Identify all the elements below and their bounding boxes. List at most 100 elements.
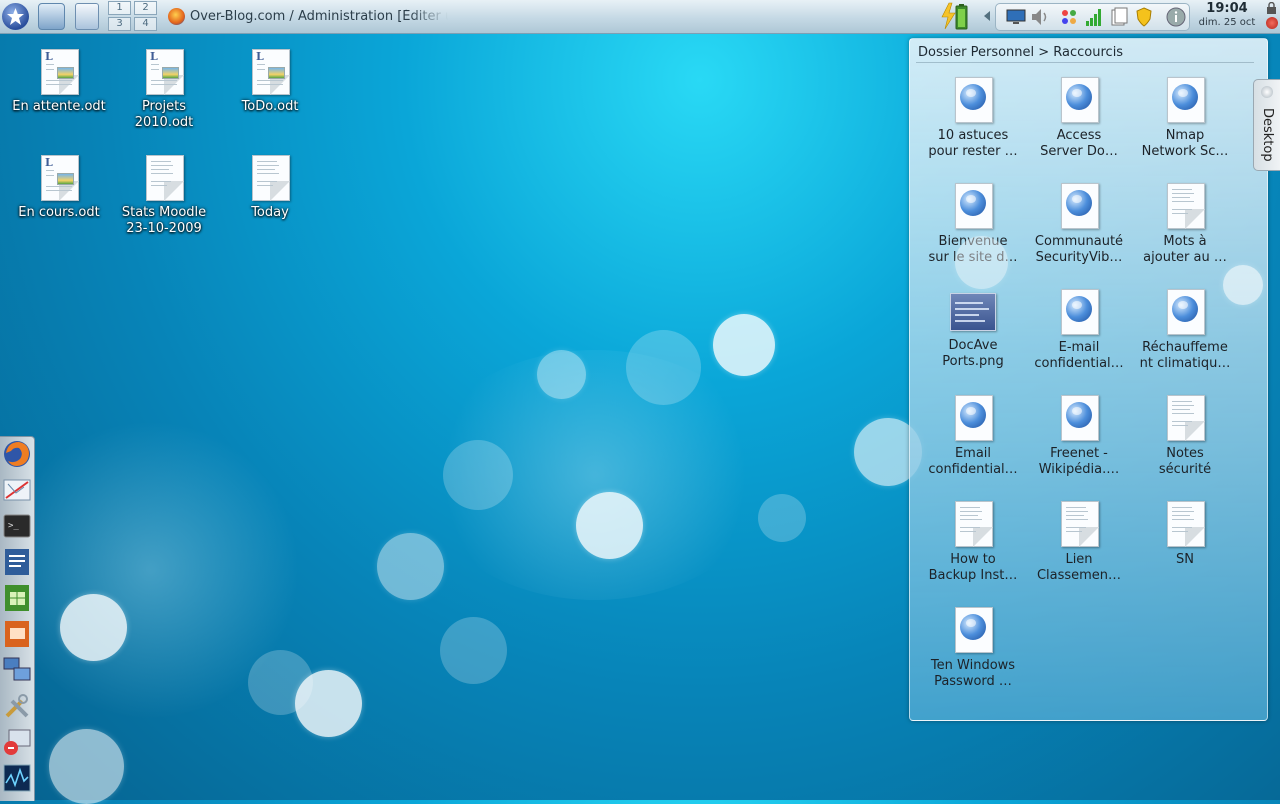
clipboard-icon[interactable] [1109, 7, 1129, 27]
firefox-icon[interactable] [2, 439, 32, 469]
system-tray [995, 3, 1190, 31]
folder-item-label: Lien Classemen… [1036, 552, 1122, 583]
folder-item[interactable]: Freenet - Wikipédia.… [1029, 395, 1129, 478]
desktop-file-today[interactable]: Today [220, 155, 320, 221]
info-icon[interactable] [1166, 7, 1186, 27]
logout-icon[interactable] [1266, 17, 1278, 29]
folder-item-label: Freenet - Wikipédia.… [1038, 446, 1120, 477]
folder-item[interactable]: 10 astuces pour rester … [923, 77, 1023, 160]
toolbox-handle-icon [1261, 86, 1273, 98]
activity-monitor-icon[interactable] [2, 763, 32, 793]
system-monitor-icon[interactable] [2, 727, 32, 757]
folder-item[interactable]: Nmap Network Sc… [1135, 77, 1235, 160]
folder-item[interactable]: Access Server Do… [1029, 77, 1129, 160]
web-shortcut-icon [955, 607, 993, 653]
pager-desktop-1[interactable]: 1 [108, 1, 131, 15]
writer-icon[interactable] [2, 547, 32, 577]
desktop-file-en-cours[interactable]: L En cours.odt [9, 155, 109, 221]
desktop-file-label: En attente.odt [12, 99, 106, 114]
bokeh-circle [1223, 265, 1263, 305]
bokeh-circle [49, 729, 124, 804]
desktop-file-stats-moodle[interactable]: Stats Moodle 23-10-2009 [114, 155, 214, 237]
web-shortcut-icon [1167, 77, 1205, 123]
desktop-file-en-attente[interactable]: L En attente.odt [9, 49, 109, 115]
folder-item[interactable]: E-mail confidential… [1029, 289, 1129, 372]
pager-desktop-2[interactable]: 2 [134, 1, 157, 15]
web-shortcut-icon [1061, 289, 1099, 335]
folder-item[interactable]: Mots à ajouter au … [1135, 183, 1235, 266]
image-thumbnail-icon [950, 293, 996, 331]
battery-icon[interactable] [939, 2, 969, 30]
odt-document-icon: L [146, 49, 184, 95]
bokeh-circle [537, 350, 586, 399]
folder-item[interactable]: Notes sécurité [1135, 395, 1235, 478]
bokeh-circle [248, 650, 313, 715]
odt-document-icon: L [41, 49, 79, 95]
desktop-file-label: Stats Moodle 23-10-2009 [121, 205, 207, 236]
folder-item-label: Access Server Do… [1040, 128, 1118, 159]
folder-item-label: Mots à ajouter au … [1143, 234, 1227, 265]
bokeh-circle [955, 236, 1008, 289]
desktop-pager[interactable]: 1 2 3 4 [108, 1, 158, 32]
taskbar-item-firefox[interactable]: Over-Blog.com / Administration [Éditer u… [168, 4, 448, 29]
taskbar-item-label: Over-Blog.com / Administration [Éditer u… [190, 9, 448, 24]
bokeh-circle [440, 617, 507, 684]
folder-item-label: SN [1176, 552, 1194, 567]
folder-item-label: 10 astuces pour rester … [928, 128, 1018, 159]
text-document-icon [1061, 501, 1099, 547]
desktop-file-todo[interactable]: L ToDo.odt [220, 49, 320, 115]
remote-desktop-icon[interactable] [2, 655, 32, 685]
folder-item[interactable]: Email confidential… [923, 395, 1023, 478]
desktop-file-label: ToDo.odt [241, 99, 299, 114]
bokeh-circle [758, 494, 806, 542]
web-shortcut-icon [1167, 289, 1205, 335]
folder-item-label: Nmap Network Sc… [1141, 128, 1229, 159]
tools-icon[interactable] [2, 691, 32, 721]
display-icon[interactable] [1006, 7, 1026, 27]
web-shortcut-icon [1061, 77, 1099, 123]
folder-item[interactable]: How to Backup Inst… [923, 501, 1023, 584]
network-signal-icon[interactable] [1084, 7, 1104, 27]
odt-document-icon: L [41, 155, 79, 201]
clock-time[interactable]: 19:04 [1196, 1, 1258, 16]
terminal-icon[interactable]: >_ [2, 511, 32, 541]
folder-item[interactable]: Ten Windows Password … [923, 607, 1023, 690]
security-shield-icon[interactable] [1134, 7, 1154, 27]
volume-icon[interactable] [1030, 7, 1050, 27]
left-dock: >_ [0, 436, 35, 801]
web-shortcut-icon [955, 395, 993, 441]
impress-icon[interactable] [2, 619, 32, 649]
application-launcher-icon[interactable] [2, 3, 29, 30]
text-document-icon [1167, 395, 1205, 441]
web-shortcut-icon [1061, 183, 1099, 229]
text-editor-icon[interactable] [75, 3, 99, 30]
bokeh-circle [443, 440, 513, 510]
desktop-file-label: Projets 2010.odt [134, 99, 194, 130]
network-map-icon[interactable] [2, 475, 32, 505]
tray-expand-arrow-icon[interactable] [984, 11, 990, 21]
desktop-file-projets-2010[interactable]: L Projets 2010.odt [114, 49, 214, 131]
folder-item-label: DocAve Ports.png [942, 338, 1004, 369]
folder-item[interactable]: Réchauffeme nt climatiqu… [1135, 289, 1235, 372]
calc-icon[interactable] [2, 583, 32, 613]
file-manager-icon[interactable] [38, 3, 65, 30]
folder-item[interactable]: Communauté SecurityVib… [1029, 183, 1129, 266]
color-dots-icon[interactable] [1059, 7, 1079, 27]
web-shortcut-icon [955, 183, 993, 229]
clock-date[interactable]: dim. 25 oct [1196, 17, 1258, 28]
bokeh-circle [377, 533, 444, 600]
folder-view-title[interactable]: Dossier Personnel > Raccourcis [918, 45, 1123, 60]
lock-screen-icon[interactable] [1266, 2, 1277, 14]
pager-desktop-3[interactable]: 3 [108, 17, 131, 31]
folder-view-widget[interactable]: Dossier Personnel > Raccourcis 10 astuce… [909, 38, 1268, 721]
web-shortcut-icon [1061, 395, 1099, 441]
desktop-toolbox-tab[interactable]: Desktop [1253, 79, 1280, 171]
folder-item[interactable]: Lien Classemen… [1029, 501, 1129, 584]
folder-item[interactable]: SN [1135, 501, 1235, 568]
top-panel: 1 2 3 4 Over-Blog.com / Administration [… [0, 0, 1280, 34]
folder-item-label: Ten Windows Password … [930, 658, 1016, 689]
desktop-file-label: En cours.odt [18, 205, 100, 220]
folder-item-label: Communauté SecurityVib… [1034, 234, 1124, 265]
folder-item[interactable]: DocAve Ports.png [923, 289, 1023, 370]
pager-desktop-4[interactable]: 4 [134, 17, 157, 31]
